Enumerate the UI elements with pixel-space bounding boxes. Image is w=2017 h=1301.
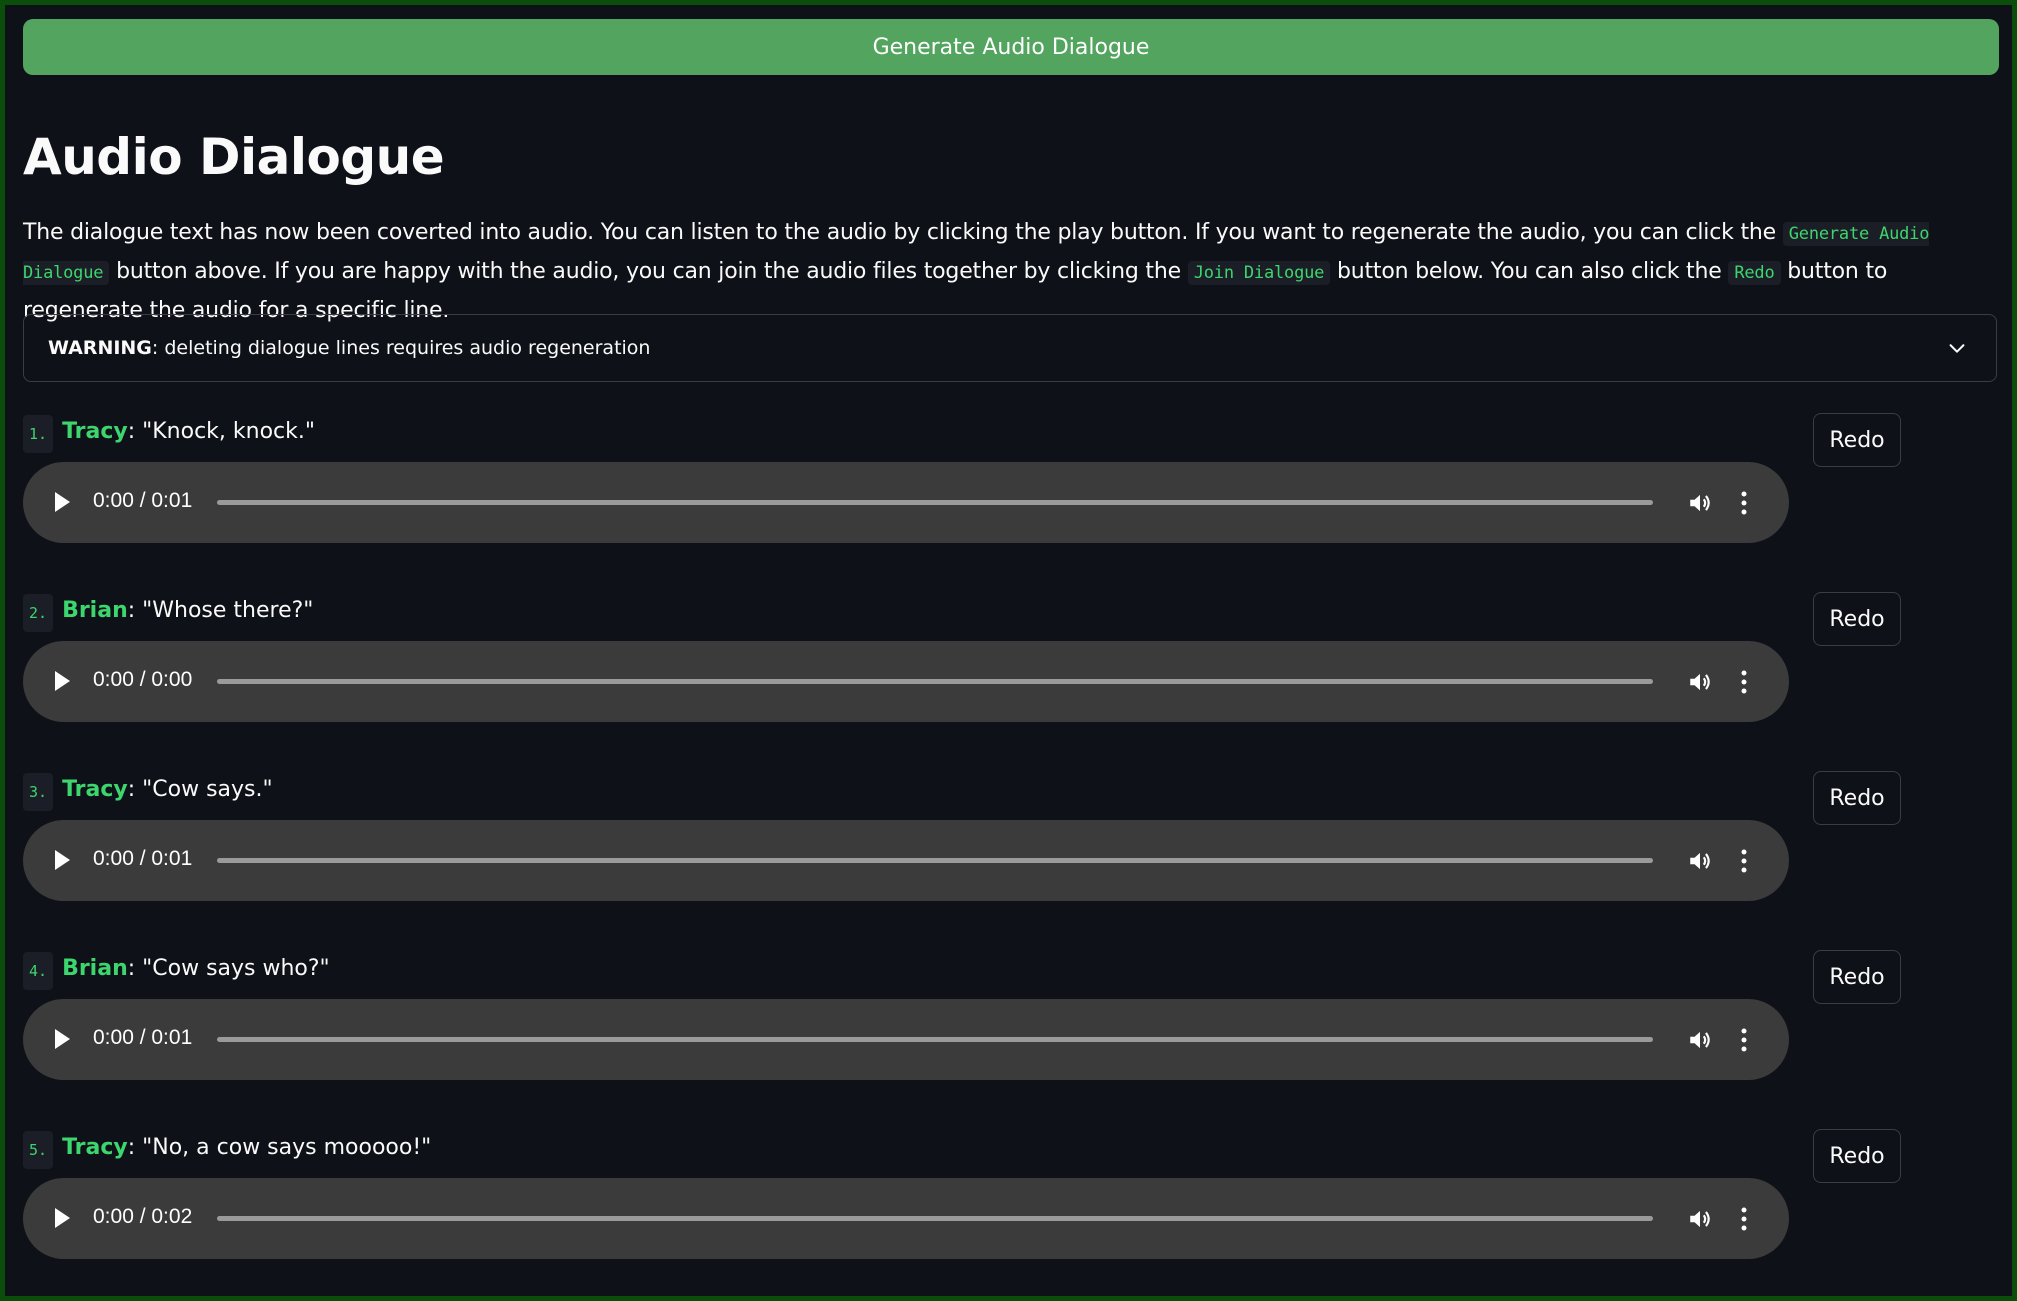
inline-code-redo: Redo (1728, 261, 1781, 285)
audio-time: 0:00 / 0:01 (93, 489, 193, 512)
redo-button[interactable]: Redo (1813, 1129, 1901, 1183)
intro-text-3: button below. You can also click the (1330, 259, 1729, 284)
more-options-icon[interactable] (1740, 669, 1748, 695)
page-title: Audio Dialogue (23, 128, 445, 186)
volume-icon[interactable] (1687, 848, 1713, 874)
more-options-icon[interactable] (1740, 1027, 1748, 1053)
audio-progress-track[interactable] (217, 679, 1653, 684)
audio-progress-track[interactable] (217, 1216, 1653, 1221)
dialogue-line-label: 3. Tracy : "Cow says." (23, 771, 273, 811)
line-text: : "Cow says." (127, 777, 273, 802)
line-number: 1. (23, 415, 54, 453)
audio-time: 0:00 / 0:02 (93, 1205, 193, 1228)
play-icon[interactable] (55, 850, 70, 870)
redo-button[interactable]: Redo (1813, 592, 1901, 646)
volume-icon[interactable] (1687, 669, 1713, 695)
generate-audio-dialogue-button[interactable]: Generate Audio Dialogue (23, 19, 1999, 75)
line-number: 5. (23, 1131, 54, 1169)
line-text: : "Cow says who?" (127, 956, 330, 981)
line-number: 3. (23, 773, 54, 811)
audio-player[interactable]: 0:00 / 0:01 (23, 820, 1789, 901)
dialogue-line-label: 2. Brian : "Whose there?" (23, 592, 314, 632)
audio-progress-track[interactable] (217, 500, 1653, 505)
line-text: : "Whose there?" (127, 598, 314, 623)
audio-player[interactable]: 0:00 / 0:02 (23, 1178, 1789, 1259)
audio-player[interactable]: 0:00 / 0:01 (23, 999, 1789, 1080)
more-options-icon[interactable] (1740, 1206, 1748, 1232)
warning-label: WARNING: deleting dialogue lines require… (48, 337, 650, 359)
dialogue-line-label: 1. Tracy : "Knock, knock." (23, 413, 316, 453)
speaker-name: Tracy (62, 1135, 128, 1160)
intro-text-2: button above. If you are happy with the … (109, 259, 1188, 284)
redo-button[interactable]: Redo (1813, 950, 1901, 1004)
warning-strong: WARNING (48, 337, 152, 359)
more-options-icon[interactable] (1740, 490, 1748, 516)
inline-code-join: Join Dialogue (1187, 261, 1331, 285)
warning-text: : deleting dialogue lines requires audio… (151, 337, 651, 359)
intro-text-1: The dialogue text has now been coverted … (23, 220, 1783, 245)
play-icon[interactable] (55, 1029, 70, 1049)
more-options-icon[interactable] (1740, 848, 1748, 874)
dialogue-line-label: 4. Brian : "Cow says who?" (23, 950, 330, 990)
volume-icon[interactable] (1687, 1027, 1713, 1053)
redo-button[interactable]: Redo (1813, 413, 1901, 467)
line-number: 2. (23, 594, 54, 632)
audio-player[interactable]: 0:00 / 0:01 (23, 462, 1789, 543)
play-icon[interactable] (55, 492, 70, 512)
audio-time: 0:00 / 0:01 (93, 1026, 193, 1049)
speaker-name: Brian (62, 956, 128, 981)
line-number: 4. (23, 952, 54, 990)
speaker-name: Tracy (62, 419, 128, 444)
volume-icon[interactable] (1687, 490, 1713, 516)
speaker-name: Tracy (62, 777, 128, 802)
play-icon[interactable] (55, 671, 70, 691)
audio-player[interactable]: 0:00 / 0:00 (23, 641, 1789, 722)
audio-progress-track[interactable] (217, 1037, 1653, 1042)
audio-progress-track[interactable] (217, 858, 1653, 863)
volume-icon[interactable] (1687, 1206, 1713, 1232)
chevron-down-icon[interactable] (1946, 337, 1968, 359)
dialogue-line-label: 5. Tracy : "No, a cow says mooooo!" (23, 1129, 432, 1169)
redo-button[interactable]: Redo (1813, 771, 1901, 825)
intro-paragraph: The dialogue text has now been coverted … (23, 214, 2008, 330)
play-icon[interactable] (55, 1208, 70, 1228)
audio-time: 0:00 / 0:01 (93, 847, 193, 870)
line-text: : "No, a cow says mooooo!" (127, 1135, 432, 1160)
speaker-name: Brian (62, 598, 128, 623)
audio-time: 0:00 / 0:00 (93, 668, 193, 691)
line-text: : "Knock, knock." (127, 419, 316, 444)
warning-expander[interactable]: WARNING: deleting dialogue lines require… (23, 314, 1997, 382)
